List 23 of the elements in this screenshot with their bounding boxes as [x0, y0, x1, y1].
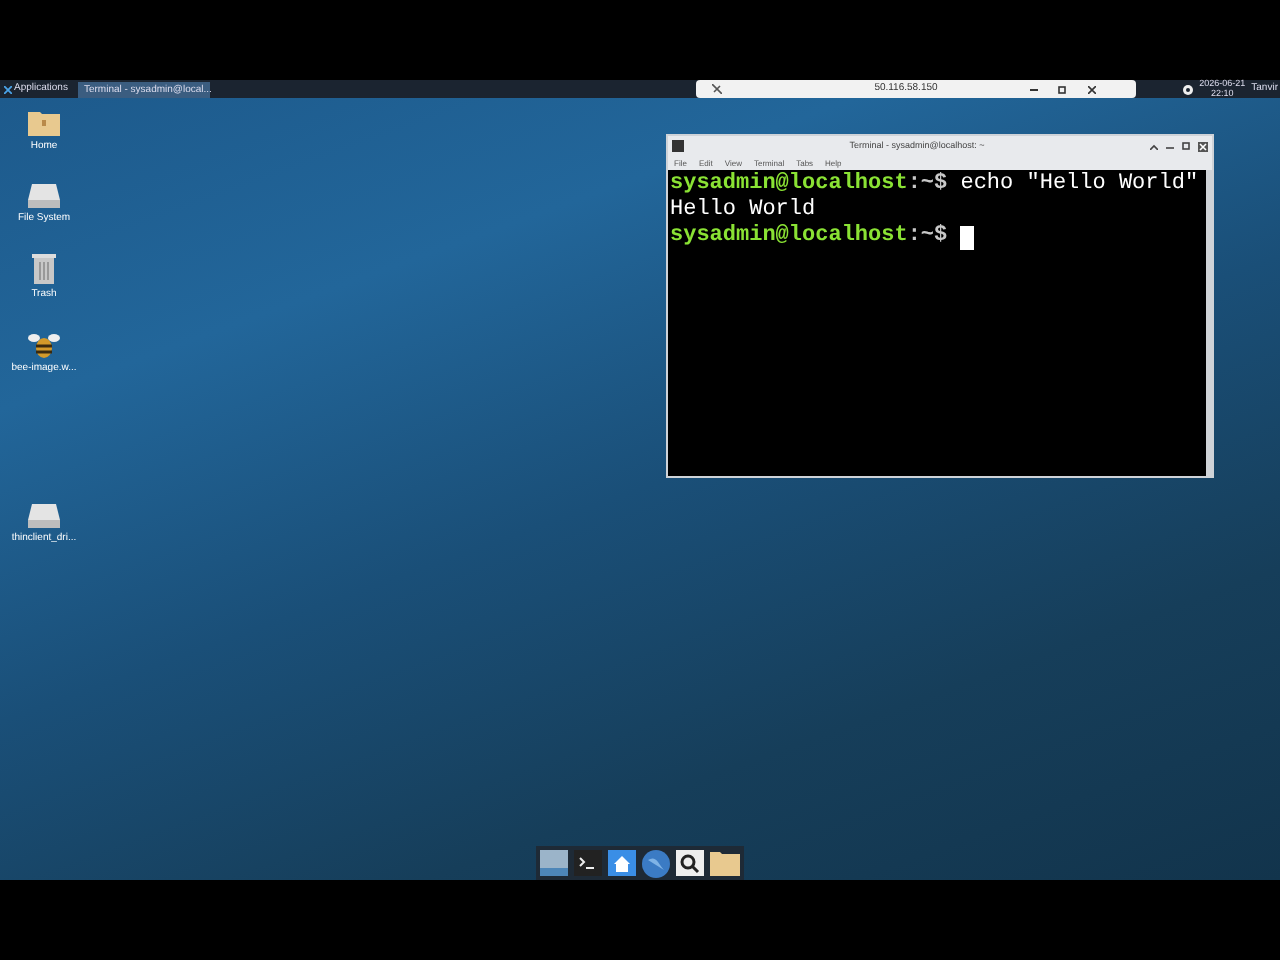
drive-icon — [28, 504, 60, 528]
terminal-icon[interactable] — [574, 850, 602, 876]
minimize-icon[interactable] — [1166, 143, 1174, 149]
close-icon[interactable] — [1088, 85, 1096, 93]
drive-icon — [28, 183, 60, 207]
folder-icon — [28, 108, 60, 136]
restore-icon[interactable] — [1182, 142, 1190, 150]
prompt-user-host: sysadmin@localhost — [670, 172, 908, 198]
trash-icon — [31, 254, 56, 284]
logo-icon — [4, 85, 12, 93]
output-text: Hello World — [670, 198, 816, 222]
globe-icon[interactable] — [642, 849, 670, 877]
bee-icon — [28, 331, 60, 357]
settings-icon[interactable] — [1181, 83, 1194, 95]
maximize-icon[interactable] — [1150, 143, 1158, 149]
prompt-path: :~$ — [907, 172, 948, 198]
restore-icon[interactable] — [1058, 84, 1068, 94]
search-icon[interactable] — [676, 850, 704, 876]
prompt-path: :~$ — [907, 224, 948, 250]
folder-icon[interactable] — [710, 850, 740, 876]
command-text: echo "Hello World" — [960, 172, 1199, 198]
terminal-icon — [672, 140, 684, 152]
prompt-user-host: sysadmin@localhost — [670, 224, 908, 250]
